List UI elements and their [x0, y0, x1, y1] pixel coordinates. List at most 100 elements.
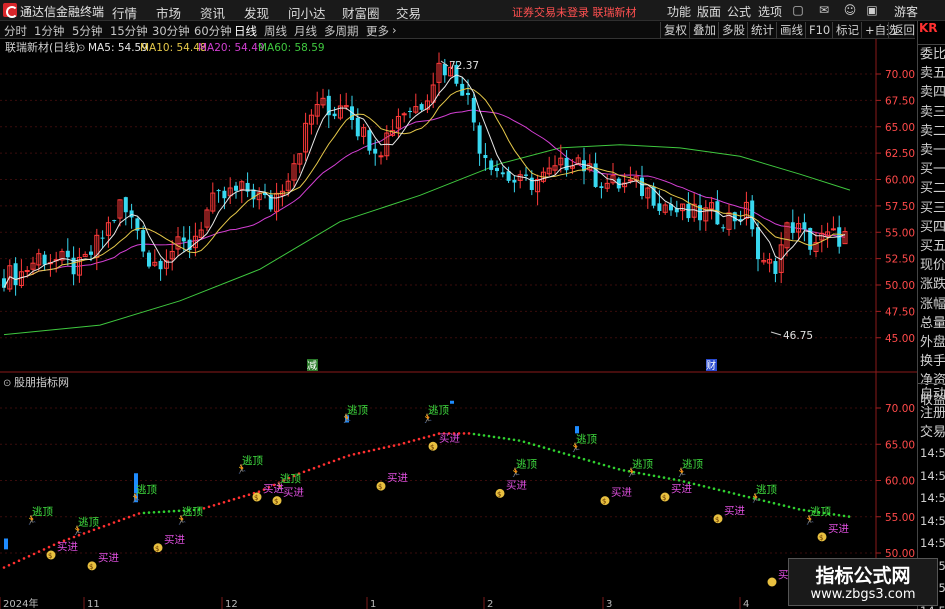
sell-signal[interactable]: 🏃逃顶: [510, 458, 537, 479]
candle-body: [500, 172, 505, 175]
money-bag-symbol: $: [715, 516, 719, 524]
indicator-dot: [32, 552, 36, 556]
tool-back-button[interactable]: 返回: [888, 22, 918, 38]
sell-signal[interactable]: 🏃逃顶: [72, 516, 99, 537]
menu-item-trade[interactable]: 交易: [396, 3, 421, 22]
menu-item-formula[interactable]: 公式: [727, 3, 751, 20]
trade-field-label[interactable]: 交易: [920, 423, 945, 442]
menu-item-layout[interactable]: 版面: [697, 3, 721, 20]
sell-signal[interactable]: 🏃逃顶: [236, 454, 263, 475]
buy-signal-label: 买进: [263, 483, 284, 495]
candle-body: [489, 160, 494, 170]
tick-time: 14:55: [920, 446, 945, 460]
indicator-dot: [557, 450, 561, 454]
period-tab-multi[interactable]: 多周期: [324, 23, 359, 39]
menu-item-discover[interactable]: 发现: [244, 3, 269, 22]
indicator-dot: [707, 486, 711, 489]
trade-field-label[interactable]: 自动: [920, 385, 945, 404]
buy-signal[interactable]: $ 买进: [46, 541, 79, 560]
menu-item-news[interactable]: 资讯: [200, 3, 225, 22]
indicator-toggle-icon[interactable]: ⊙: [3, 378, 11, 389]
menu-item-market[interactable]: 行情: [112, 3, 137, 22]
chevron-right-icon[interactable]: ›: [392, 23, 397, 37]
ma-toggle-icon[interactable]: ⊙: [77, 43, 85, 54]
y-tick-label: 65.00: [885, 122, 915, 134]
sell-signal[interactable]: 🏃逃顶: [26, 505, 53, 526]
period-tab-monthly[interactable]: 月线: [294, 23, 317, 39]
indicator-dot: [432, 433, 436, 437]
buy-signal[interactable]: $ 买进: [376, 472, 409, 491]
tool-f10-button[interactable]: F10: [805, 22, 833, 38]
buy-signal-label: 买: [778, 569, 789, 581]
window-icon[interactable]: ▣: [864, 2, 880, 18]
indicator-dot: [142, 511, 146, 515]
low-pointer: [770, 331, 782, 336]
menu-bar: 通达信金融终端 行情 市场 资讯 发现 问小达 财富圈 交易 证券交易未登录 联…: [0, 0, 945, 21]
menu-item-markets[interactable]: 市场: [156, 3, 181, 22]
buy-signal[interactable]: $ 买进: [153, 534, 186, 553]
period-tab-daily[interactable]: 日线: [234, 23, 257, 39]
menu-item-ask[interactable]: 问小达: [288, 3, 326, 22]
indicator-dot: [617, 468, 621, 471]
mail-icon[interactable]: ✉: [816, 2, 832, 18]
trade-field-label[interactable]: 注册: [920, 404, 945, 423]
indicator-chart[interactable]: 70.0065.0060.0055.0050.00 🏃逃顶🏃逃顶🏃逃顶🏃逃顶🏃逃…: [0, 374, 917, 599]
menu-item-options[interactable]: 选项: [758, 3, 782, 20]
sell-signal[interactable]: 🏃逃顶: [422, 403, 449, 424]
tool-draw-button[interactable]: 画线: [776, 22, 806, 38]
ma60-label: MA60: 58.59: [258, 42, 325, 54]
period-tab-1min[interactable]: 1分钟: [34, 23, 64, 39]
menu-item-wealth[interactable]: 财富圈: [342, 3, 380, 22]
indicator-dot: [832, 513, 836, 516]
period-tab-more[interactable]: 更多: [366, 23, 389, 39]
tool-multi-button[interactable]: 多股: [718, 22, 748, 38]
period-tab-weekly[interactable]: 周线: [264, 23, 287, 39]
lock-icon[interactable]: ▢: [790, 2, 806, 18]
buy-signal[interactable]: $ 买进: [600, 487, 633, 506]
buy-signal[interactable]: $ 买进: [87, 552, 120, 571]
sell-signal[interactable]: 🏃逃顶: [341, 403, 368, 424]
indicator-dot: [417, 437, 421, 441]
candle-body: [332, 113, 337, 117]
tool-overlay-button[interactable]: 叠加: [689, 22, 719, 38]
candlestick-chart[interactable]: 70.00 67.50 65.00 62.50 60.00 57.50 55.00 52.50…: [0, 39, 917, 374]
sell-signal-label: 逃顶: [428, 403, 449, 416]
period-tab-5min[interactable]: 5分钟: [72, 23, 102, 39]
period-tab-30min[interactable]: 30分钟: [152, 23, 190, 39]
sell-signal[interactable]: 🏃逃顶: [676, 458, 703, 479]
y-tick-label: 57.50: [885, 201, 915, 213]
buy-signal[interactable]: $ 买进: [660, 483, 693, 502]
sell-signal-label: 逃顶: [32, 505, 53, 518]
tool-stats-button[interactable]: 统计: [747, 22, 777, 38]
buy-signal[interactable]: 买: [767, 569, 789, 587]
buy-signal[interactable]: $ 买进: [817, 523, 850, 542]
panel-code: KR: [919, 21, 938, 35]
tick-time: 14:55: [920, 536, 945, 550]
money-bag-symbol: $: [155, 545, 159, 553]
period-tab-intraday[interactable]: 分时: [4, 23, 27, 39]
watermark-badge: 指标公式网 www.zbgs3.com: [788, 558, 938, 606]
indicator-dot: [587, 459, 591, 462]
sell-signal[interactable]: 🏃逃顶: [176, 505, 203, 526]
indicator-dot: [122, 517, 126, 521]
candle-body: [483, 155, 488, 159]
tool-adjust-button[interactable]: 复权: [660, 22, 690, 38]
date-axis: 2024年 11 12 1 2 3 4: [0, 597, 749, 609]
money-bag-symbol: $: [662, 494, 666, 502]
indicator-dot: [777, 503, 781, 506]
indicator-dot: [92, 528, 96, 532]
period-tab-60min[interactable]: 60分钟: [194, 23, 232, 39]
user-icon[interactable]: ☺: [842, 2, 858, 18]
buy-signal[interactable]: $ 买进: [495, 479, 528, 498]
period-tab-15min[interactable]: 15分钟: [110, 23, 148, 39]
tool-mark-button[interactable]: 标记: [832, 22, 862, 38]
candle-body: [627, 179, 633, 182]
sell-signal[interactable]: 🏃逃顶: [570, 432, 597, 453]
guest-label[interactable]: 游客: [894, 3, 918, 20]
candle-body: [790, 222, 795, 233]
menu-item-function[interactable]: 功能: [667, 3, 691, 20]
indicator-dot: [212, 504, 216, 507]
ma10-line: [3, 87, 846, 288]
money-bag-icon: [767, 577, 777, 587]
buy-signal[interactable]: $ 买进: [713, 505, 746, 524]
